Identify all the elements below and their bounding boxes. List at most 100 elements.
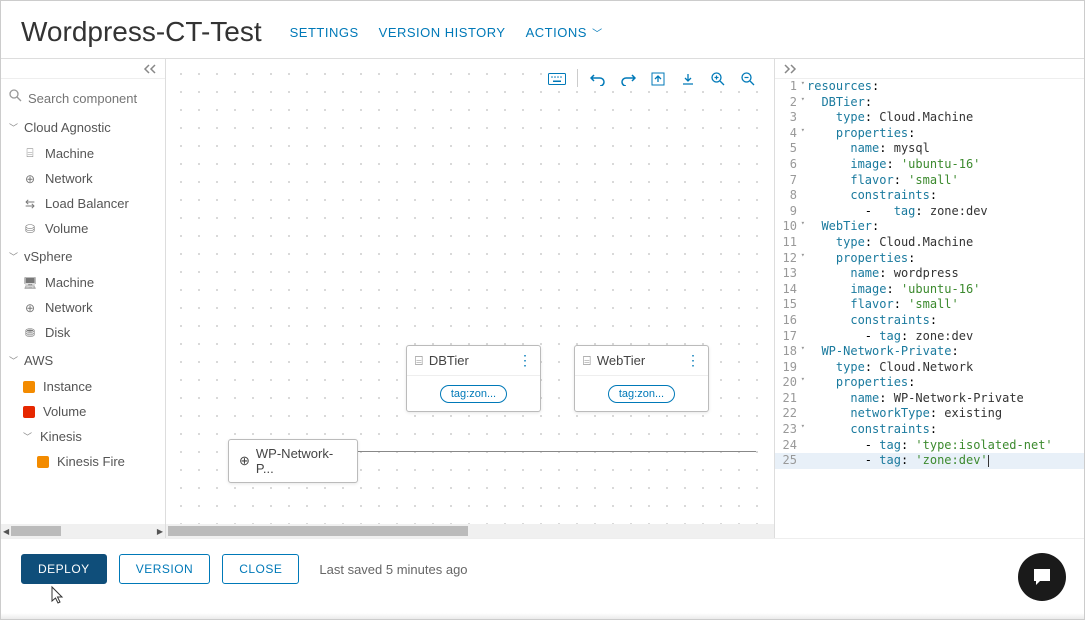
- code-line[interactable]: 11 type: Cloud.Machine: [775, 235, 1084, 251]
- kinesis-fire-icon: [37, 456, 49, 468]
- close-button[interactable]: CLOSE: [222, 554, 299, 584]
- chevron-down-icon: ﹀: [9, 121, 18, 134]
- code-line[interactable]: 12▾ properties:: [775, 251, 1084, 267]
- code-line[interactable]: 2▾ DBTier:: [775, 95, 1084, 111]
- node-menu-icon[interactable]: ⋮: [518, 352, 532, 369]
- node-menu-icon[interactable]: ⋮: [686, 352, 700, 369]
- code-line[interactable]: 14 image: 'ubuntu-16': [775, 282, 1084, 298]
- header: Wordpress-CT-Test SETTINGS VERSION HISTO…: [1, 1, 1084, 58]
- component-aws-instance[interactable]: Instance: [1, 374, 165, 399]
- canvas[interactable]: ⌸ DBTier ⋮ tag:zon... ⌸ WebTier ⋮ tag:zo…: [166, 59, 774, 524]
- network-icon: ⊕: [239, 453, 250, 469]
- footer: DEPLOY VERSION CLOSE Last saved 5 minute…: [1, 538, 1084, 599]
- sidebar-collapse-button[interactable]: [1, 59, 165, 79]
- machine-icon: ⌸: [23, 147, 37, 161]
- instance-icon: [23, 381, 35, 393]
- upload-icon[interactable]: [648, 69, 668, 89]
- undo-icon[interactable]: [588, 69, 608, 89]
- node-label: WebTier: [597, 353, 645, 368]
- code-line[interactable]: 15 flavor: 'small': [775, 297, 1084, 313]
- keyboard-icon[interactable]: [547, 69, 567, 89]
- redo-icon[interactable]: [618, 69, 638, 89]
- nav-actions[interactable]: ACTIONS ﹀: [526, 25, 603, 40]
- download-icon[interactable]: [678, 69, 698, 89]
- category-aws[interactable]: ﹀AWS: [1, 345, 165, 374]
- nav-version-history[interactable]: VERSION HISTORY: [379, 25, 506, 40]
- search-input[interactable]: [28, 91, 157, 106]
- code-line[interactable]: 20▾ properties:: [775, 375, 1084, 391]
- code-line[interactable]: 25 - tag: 'zone:dev': [775, 453, 1084, 469]
- code-panel: 1▾resources:2▾ DBTier:3 type: Cloud.Mach…: [774, 59, 1084, 538]
- machine-icon: ⌸: [583, 353, 591, 369]
- component-vs-network[interactable]: ⊕Network: [1, 295, 165, 320]
- code-line[interactable]: 24 - tag: 'type:isolated-net': [775, 438, 1084, 454]
- code-line[interactable]: 18▾+ WP-Network-Private:: [775, 344, 1084, 360]
- canvas-toolbar: [543, 67, 762, 91]
- code-editor[interactable]: 1▾resources:2▾ DBTier:3 type: Cloud.Mach…: [775, 79, 1084, 538]
- component-aws-kinesis-fire[interactable]: Kinesis Fire: [1, 449, 165, 474]
- last-saved-text: Last saved 5 minutes ago: [319, 562, 467, 577]
- code-line[interactable]: 9 - tag: zone:dev: [775, 204, 1084, 220]
- component-network[interactable]: ⊕Network: [1, 166, 165, 191]
- chevron-down-icon: ﹀: [9, 250, 18, 263]
- code-line[interactable]: 3 type: Cloud.Machine: [775, 110, 1084, 126]
- chat-icon: [1030, 565, 1054, 589]
- component-aws-volume[interactable]: Volume: [1, 399, 165, 424]
- machine-icon: ⌸: [415, 353, 423, 369]
- disk-icon: ⛃: [23, 326, 37, 340]
- chat-bubble[interactable]: [1018, 553, 1066, 601]
- canvas-horizontal-scroll[interactable]: [166, 524, 774, 538]
- chevron-down-icon: ﹀: [23, 430, 32, 443]
- zoom-in-icon[interactable]: [708, 69, 728, 89]
- code-line[interactable]: 8 constraints:: [775, 188, 1084, 204]
- code-line[interactable]: 1▾resources:: [775, 79, 1084, 95]
- code-line[interactable]: 22 networkType: existing: [775, 406, 1084, 422]
- node-label: DBTier: [429, 353, 469, 368]
- code-line[interactable]: 16 constraints:: [775, 313, 1084, 329]
- page-title: Wordpress-CT-Test: [21, 16, 262, 48]
- code-line[interactable]: 5 name: mysql: [775, 141, 1084, 157]
- search-row: [1, 84, 165, 112]
- deploy-button[interactable]: DEPLOY: [21, 554, 107, 584]
- chevron-double-left-icon: [143, 64, 157, 74]
- main: ﹀Cloud Agnostic ⌸Machine ⊕Network ⇆Load …: [1, 58, 1084, 538]
- code-line[interactable]: 6 image: 'ubuntu-16': [775, 157, 1084, 173]
- code-collapse-button[interactable]: [775, 59, 1084, 79]
- component-machine[interactable]: ⌸Machine: [1, 141, 165, 166]
- code-line[interactable]: 7 flavor: 'small': [775, 173, 1084, 189]
- load-balancer-icon: ⇆: [23, 197, 37, 211]
- canvas-area: ⌸ DBTier ⋮ tag:zon... ⌸ WebTier ⋮ tag:zo…: [166, 59, 774, 538]
- code-line[interactable]: 17 - tag: zone:dev: [775, 329, 1084, 345]
- category-cloud-agnostic[interactable]: ﹀Cloud Agnostic: [1, 112, 165, 141]
- volume-icon: [23, 406, 35, 418]
- component-vs-machine[interactable]: 🖥Machine: [1, 270, 165, 295]
- code-line[interactable]: 21 name: WP-Network-Private: [775, 391, 1084, 407]
- network-icon: ⊕: [23, 301, 37, 315]
- node-webtier[interactable]: ⌸ WebTier ⋮ tag:zon...: [574, 345, 709, 412]
- zoom-out-icon[interactable]: [738, 69, 758, 89]
- component-aws-kinesis[interactable]: ﹀Kinesis: [1, 424, 165, 449]
- tag-pill: tag:zon...: [608, 385, 675, 403]
- component-vs-disk[interactable]: ⛃Disk: [1, 320, 165, 345]
- component-volume[interactable]: ⛁Volume: [1, 216, 165, 241]
- node-label: WP-Network-P...: [256, 446, 347, 476]
- network-icon: ⊕: [23, 172, 37, 186]
- code-line[interactable]: 23▾ constraints:: [775, 422, 1084, 438]
- search-icon: [9, 89, 22, 107]
- node-dbtier[interactable]: ⌸ DBTier ⋮ tag:zon...: [406, 345, 541, 412]
- node-wp-network[interactable]: ⊕ WP-Network-P...: [228, 439, 358, 483]
- code-line[interactable]: 10▾ WebTier:: [775, 219, 1084, 235]
- chevron-down-icon: ﹀: [9, 354, 18, 367]
- sidebar-horizontal-scroll[interactable]: ◀▶: [1, 524, 165, 538]
- network-connector: [356, 451, 756, 452]
- chevron-down-icon: ﹀: [589, 29, 603, 40]
- component-load-balancer[interactable]: ⇆Load Balancer: [1, 191, 165, 216]
- version-button[interactable]: VERSION: [119, 554, 211, 584]
- code-line[interactable]: 19 type: Cloud.Network: [775, 360, 1084, 376]
- code-line[interactable]: 4▾ properties:: [775, 126, 1084, 142]
- code-line[interactable]: 13 name: wordpress: [775, 266, 1084, 282]
- category-vsphere[interactable]: ﹀vSphere: [1, 241, 165, 270]
- component-sidebar: ﹀Cloud Agnostic ⌸Machine ⊕Network ⇆Load …: [1, 59, 166, 538]
- tag-pill: tag:zon...: [440, 385, 507, 403]
- nav-settings[interactable]: SETTINGS: [290, 25, 359, 40]
